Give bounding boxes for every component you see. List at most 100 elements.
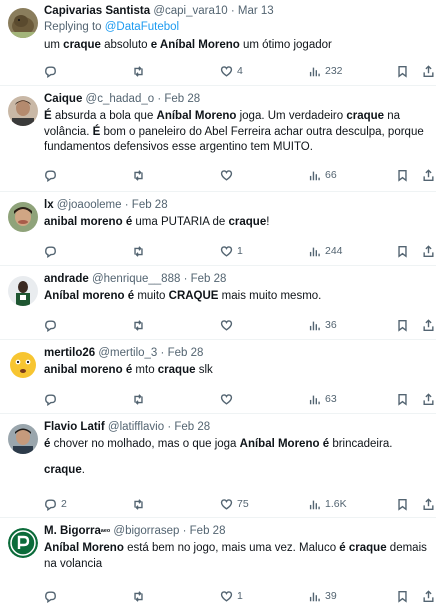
like-button[interactable] [220, 391, 237, 407]
avatar[interactable] [8, 528, 38, 558]
bookmark-button[interactable] [396, 167, 409, 183]
views-icon [309, 171, 320, 180]
avatar[interactable] [8, 8, 38, 38]
retweet-button[interactable] [132, 588, 149, 604]
tweet[interactable]: mertilo26 @mertilo_3 · Feb 28 anibal mor… [0, 342, 436, 414]
tweet[interactable]: Capivarias Santista @capi_vara10 · Mar 1… [0, 0, 436, 86]
share-icon [423, 168, 434, 181]
user-handle[interactable]: @joaooleme [57, 199, 122, 211]
reply-button[interactable] [44, 63, 61, 79]
user-handle[interactable]: @bigorrasep [113, 525, 179, 537]
bookmark-icon [398, 319, 407, 332]
share-button[interactable] [422, 317, 435, 333]
user-handle[interactable]: @mertilo_3 [98, 347, 157, 359]
tweet[interactable]: andrade @henrique__888 · Feb 28 Aníbal m… [0, 268, 436, 340]
views-button[interactable]: 66 [308, 167, 337, 183]
tweet-header: Caique @c_hadad_o · Feb 28 [44, 92, 428, 107]
tweet[interactable]: Flavio Latif @latifflavio · Feb 28 é cho… [0, 416, 436, 518]
highlighted-text: Aníbal Moreno [156, 110, 237, 122]
views-button[interactable]: 39 [308, 588, 337, 604]
share-button[interactable] [422, 496, 435, 512]
reply-button[interactable] [44, 243, 61, 259]
tweet[interactable]: Caique @c_hadad_o · Feb 28 É absurda a b… [0, 88, 436, 192]
user-handle[interactable]: @capi_vara10 [153, 5, 227, 17]
bookmark-button[interactable] [396, 317, 409, 333]
share-icon [423, 244, 434, 257]
tweet-actions: 66 [44, 167, 434, 183]
like-button[interactable] [220, 317, 237, 333]
tweet-date[interactable]: Feb 28 [174, 421, 210, 433]
views-button[interactable]: 36 [308, 317, 337, 333]
share-button[interactable] [422, 391, 435, 407]
views-button[interactable]: 232 [308, 63, 343, 79]
user-name[interactable]: lx [44, 199, 54, 211]
user-name[interactable]: mertilo26 [44, 347, 95, 359]
bookmark-button[interactable] [396, 243, 409, 259]
text-segment: slk [195, 364, 213, 376]
tweet-date[interactable]: Feb 28 [132, 199, 168, 211]
tweet-content: Flavio Latif @latifflavio · Feb 28 é cho… [44, 420, 428, 478]
replying-to: Replying to @DataFutebol [44, 20, 428, 36]
retweet-button[interactable] [132, 496, 149, 512]
user-handle[interactable]: @c_hadad_o [86, 93, 155, 105]
bookmark-button[interactable] [396, 588, 409, 604]
reply-button[interactable]: 2 [44, 496, 67, 512]
reply-button[interactable] [44, 167, 61, 183]
user-handle[interactable]: @henrique__888 [92, 273, 180, 285]
avatar[interactable] [8, 350, 38, 380]
views-button[interactable]: 244 [308, 243, 343, 259]
separator-dot: · [183, 273, 188, 285]
reply-button[interactable] [44, 391, 61, 407]
user-name[interactable]: Capivarias Santista [44, 5, 150, 17]
share-button[interactable] [422, 167, 435, 183]
user-name-text: M. Bigorra [44, 525, 101, 537]
retweet-button[interactable] [132, 391, 149, 407]
bookmark-button[interactable] [396, 391, 409, 407]
mention-link[interactable]: @DataFutebol [105, 21, 179, 33]
highlighted-text: e Aníbal Moreno [150, 38, 240, 51]
views-button[interactable]: 1.6K [308, 496, 347, 512]
tweet-date[interactable]: Feb 28 [168, 347, 204, 359]
retweet-button[interactable] [132, 63, 149, 79]
reply-button[interactable] [44, 588, 61, 604]
separator-dot: · [157, 93, 162, 105]
share-button[interactable] [422, 243, 435, 259]
like-button[interactable]: 1 [220, 588, 243, 604]
tweet-date[interactable]: Feb 28 [191, 273, 227, 285]
views-button[interactable]: 63 [308, 391, 337, 407]
user-name[interactable]: M. Bigorraᵃᵉᵒ [44, 525, 110, 537]
reply-button[interactable] [44, 317, 61, 333]
tweet[interactable]: M. Bigorraᵃᵉᵒ @bigorrasep · Feb 28 Aníba… [0, 520, 436, 610]
user-name[interactable]: andrade [44, 273, 89, 285]
retweet-button[interactable] [132, 167, 149, 183]
avatar[interactable] [8, 424, 38, 454]
avatar[interactable] [8, 276, 38, 306]
user-handle[interactable]: @latifflavio [108, 421, 164, 433]
tweet-date[interactable]: Mar 13 [238, 5, 274, 17]
highlighted-text: Aníbal Moreno [239, 438, 320, 450]
like-icon [220, 393, 233, 405]
user-name[interactable]: Flavio Latif [44, 421, 105, 433]
views-count: 36 [325, 319, 337, 331]
bookmark-button[interactable] [396, 63, 409, 79]
like-button[interactable] [220, 167, 237, 183]
retweet-icon [134, 169, 143, 181]
tweet-header: andrade @henrique__888 · Feb 28 [44, 272, 428, 287]
like-button[interactable]: 4 [220, 63, 243, 79]
user-name[interactable]: Caique [44, 93, 82, 105]
retweet-button[interactable] [132, 243, 149, 259]
highlighted-text: é [339, 542, 346, 554]
like-button[interactable]: 1 [220, 243, 243, 259]
bookmark-button[interactable] [396, 496, 409, 512]
avatar[interactable] [8, 202, 38, 232]
tweet-content: mertilo26 @mertilo_3 · Feb 28 anibal mor… [44, 346, 428, 379]
reply-icon [45, 245, 56, 258]
like-button[interactable]: 75 [220, 496, 249, 512]
tweet[interactable]: lx @joaooleme · Feb 28 anibal moreno é u… [0, 194, 436, 266]
share-button[interactable] [422, 588, 435, 604]
tweet-date[interactable]: Feb 28 [190, 525, 226, 537]
avatar[interactable] [8, 96, 38, 126]
retweet-button[interactable] [132, 317, 149, 333]
share-button[interactable] [422, 63, 435, 79]
tweet-date[interactable]: Feb 28 [164, 93, 200, 105]
